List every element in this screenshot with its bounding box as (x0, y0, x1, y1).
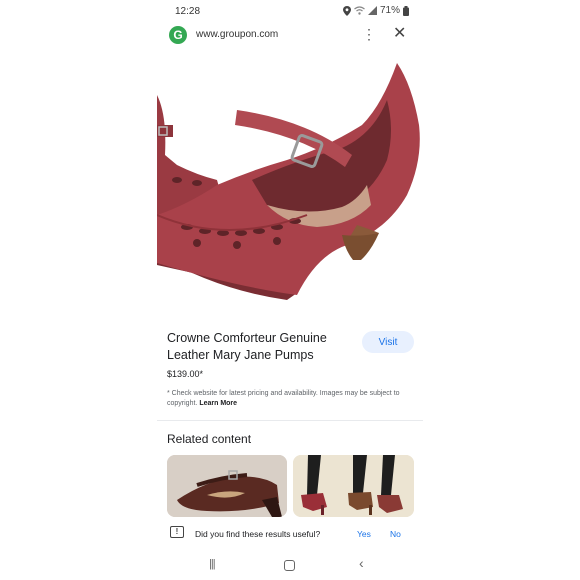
site-favicon: G (169, 26, 187, 44)
visit-button[interactable]: Visit (362, 331, 414, 353)
shoe-illustration (157, 63, 420, 300)
kebab-menu-icon[interactable]: ⋮ (362, 26, 376, 42)
wifi-icon (354, 6, 365, 15)
section-divider (157, 420, 423, 421)
feedback-bar: ! Did you find these results useful? Yes… (157, 518, 423, 548)
related-shoe-image-1 (167, 455, 287, 517)
related-heading: Related content (167, 432, 252, 446)
signal-icon (367, 6, 377, 15)
related-thumbnail-2[interactable] (293, 455, 414, 517)
product-price: $139.00* (167, 369, 204, 379)
feedback-yes-button[interactable]: Yes (357, 529, 371, 539)
location-icon (342, 5, 351, 16)
related-shoe-image-2 (293, 455, 414, 517)
status-bar: 12:28 71% (157, 0, 423, 24)
home-icon[interactable] (284, 560, 295, 571)
related-thumbnail-1[interactable] (167, 455, 287, 517)
feedback-icon: ! (170, 526, 184, 538)
disclaimer: * Check website for latest pricing and a… (167, 389, 407, 409)
browser-url-bar: G www.groupon.com ⋮ ✕ (157, 24, 423, 48)
product-image[interactable] (157, 55, 423, 310)
status-time: 12:28 (175, 6, 201, 17)
url-text[interactable]: www.groupon.com (196, 29, 278, 40)
product-title[interactable]: Crowne Comforteur Genuine Leather Mary J… (167, 330, 347, 364)
back-icon[interactable]: ‹ (359, 555, 364, 571)
feedback-question: Did you find these results useful? (195, 529, 321, 539)
android-nav-bar: ||| ‹ (157, 552, 423, 580)
learn-more-link[interactable]: Learn More (199, 400, 237, 407)
feedback-no-button[interactable]: No (390, 529, 401, 539)
phone-screen: 12:28 71% G www.groupon.com ⋮ ✕ Crowne C… (157, 0, 423, 580)
battery-percent: 71% (379, 5, 400, 16)
battery-icon (403, 5, 409, 16)
status-icons: 71% (342, 5, 409, 16)
recents-icon[interactable]: ||| (209, 558, 216, 570)
close-icon[interactable]: ✕ (393, 24, 406, 44)
